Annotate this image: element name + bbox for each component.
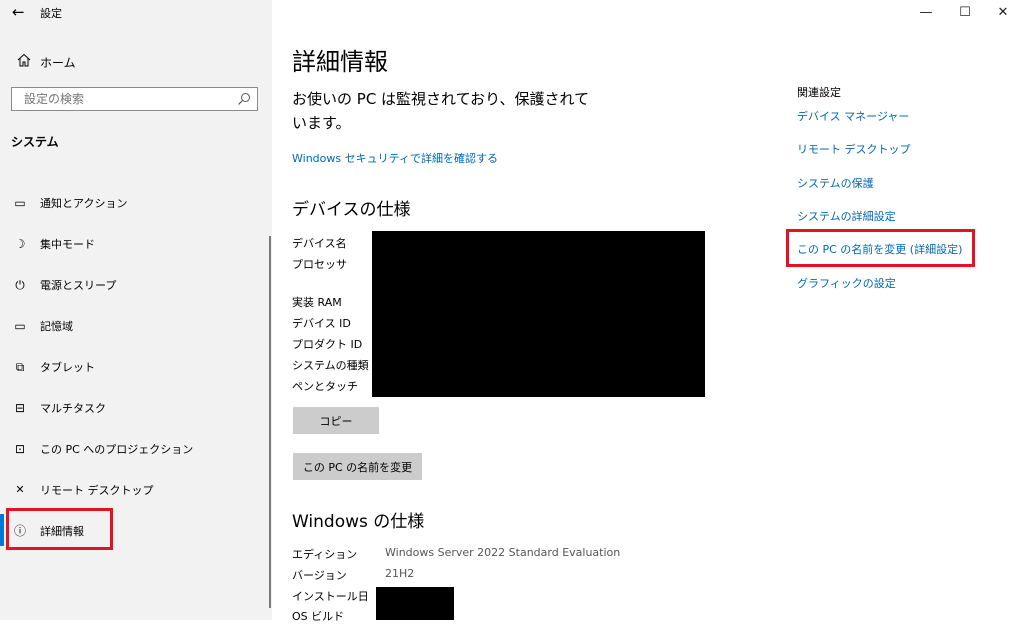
projection-icon: ⊡ xyxy=(14,442,26,456)
copy-button[interactable]: コピー xyxy=(293,407,379,434)
sidebar-item-notifications[interactable]: ▭ 通知とアクション xyxy=(0,188,272,218)
link-graphics-settings[interactable]: グラフィックの設定 xyxy=(797,275,896,291)
related-settings-heading: 関連設定 xyxy=(797,86,841,99)
sidebar-item-label: タブレット xyxy=(40,361,95,374)
link-advanced-system-settings[interactable]: システムの詳細設定 xyxy=(797,208,896,224)
moon-icon: ☽ xyxy=(14,237,26,251)
close-button[interactable]: ✕ xyxy=(988,3,1018,23)
sidebar-item-projection[interactable]: ⊡ この PC へのプロジェクション xyxy=(0,434,272,464)
highlight-box-rename-link xyxy=(786,229,975,267)
spec-label-version: バージョン xyxy=(292,569,347,582)
sidebar-item-power[interactable]: ⏻ 電源とスリープ xyxy=(0,270,272,300)
minimize-button[interactable]: — xyxy=(911,3,941,23)
sidebar-item-label: 通知とアクション xyxy=(40,197,128,210)
search-icon[interactable] xyxy=(237,92,251,106)
spec-label-device-id: デバイス ID xyxy=(292,317,351,330)
sidebar-scrollbar[interactable] xyxy=(269,236,271,608)
spec-label-os-build: OS ビルド xyxy=(292,610,345,623)
highlight-box-about xyxy=(6,508,113,550)
spec-label-ram: 実装 RAM xyxy=(292,296,342,309)
sidebar: ← 設定 ホーム システム ▭ 通知とアクション ☽ 集中モード ⏻ 電源とスリ… xyxy=(0,0,272,620)
sidebar-item-label: 電源とスリープ xyxy=(40,279,117,292)
tablet-icon: ⧉ xyxy=(15,360,25,374)
sidebar-item-focus[interactable]: ☽ 集中モード xyxy=(0,229,272,259)
section-title: システム xyxy=(11,135,59,149)
link-system-protection[interactable]: システムの保護 xyxy=(797,175,874,191)
remote-desktop-icon: ✕ xyxy=(15,483,25,496)
spec-label-device-name: デバイス名 xyxy=(292,237,347,250)
spec-label-edition: エディション xyxy=(292,548,358,561)
link-device-manager[interactable]: デバイス マネージャー xyxy=(797,108,909,124)
spec-label-pen-touch: ペンとタッチ xyxy=(292,380,358,393)
sidebar-item-label: 記憶域 xyxy=(40,320,73,333)
back-arrow-icon[interactable]: ← xyxy=(12,3,25,21)
home-label: ホーム xyxy=(40,56,76,70)
search-box[interactable] xyxy=(11,87,258,111)
redacted-device-values xyxy=(372,231,705,397)
maximize-button[interactable]: ☐ xyxy=(950,3,980,23)
spec-label-product-id: プロダクト ID xyxy=(292,338,363,351)
sidebar-item-tablet[interactable]: ⧉ タブレット xyxy=(0,352,272,382)
redacted-windows-values xyxy=(376,587,454,620)
windows-specs-heading: Windows の仕様 xyxy=(292,512,425,532)
security-details-link[interactable]: Windows セキュリティで詳細を確認する xyxy=(292,150,498,166)
power-icon: ⏻ xyxy=(15,278,25,292)
rename-pc-button[interactable]: この PC の名前を変更 xyxy=(293,453,422,480)
spec-label-system-type: システムの種類 xyxy=(292,359,369,372)
sidebar-item-label: マルチタスク xyxy=(40,402,106,415)
storage-icon: ▭ xyxy=(14,319,26,333)
home-icon xyxy=(17,53,31,67)
notification-icon: ▭ xyxy=(14,196,26,210)
app-title: 設定 xyxy=(40,7,62,20)
sidebar-item-label: 集中モード xyxy=(40,238,95,251)
spec-value-version: 21H2 xyxy=(385,567,415,580)
sidebar-item-storage[interactable]: ▭ 記憶域 xyxy=(0,311,272,341)
selection-indicator xyxy=(0,514,4,546)
sidebar-home[interactable]: ホーム xyxy=(0,46,272,76)
page-title: 詳細情報 xyxy=(292,48,388,76)
spec-label-processor: プロセッサ xyxy=(292,258,347,271)
sidebar-item-label: この PC へのプロジェクション xyxy=(40,443,194,456)
sidebar-item-multitask[interactable]: ⊟ マルチタスク xyxy=(0,393,272,423)
sidebar-item-label: リモート デスクトップ xyxy=(40,484,154,497)
protection-status-text: お使いの PC は監視されており、保護されています。 xyxy=(292,90,590,132)
spec-label-install-date: インストール日 xyxy=(292,590,369,603)
multitask-icon: ⊟ xyxy=(14,401,26,415)
spec-value-edition: Windows Server 2022 Standard Evaluation xyxy=(385,546,621,559)
search-input[interactable] xyxy=(12,88,239,110)
device-specs-heading: デバイスの仕様 xyxy=(292,200,411,220)
link-remote-desktop[interactable]: リモート デスクトップ xyxy=(797,141,911,157)
sidebar-item-remote-desktop[interactable]: ✕ リモート デスクトップ xyxy=(0,475,272,505)
